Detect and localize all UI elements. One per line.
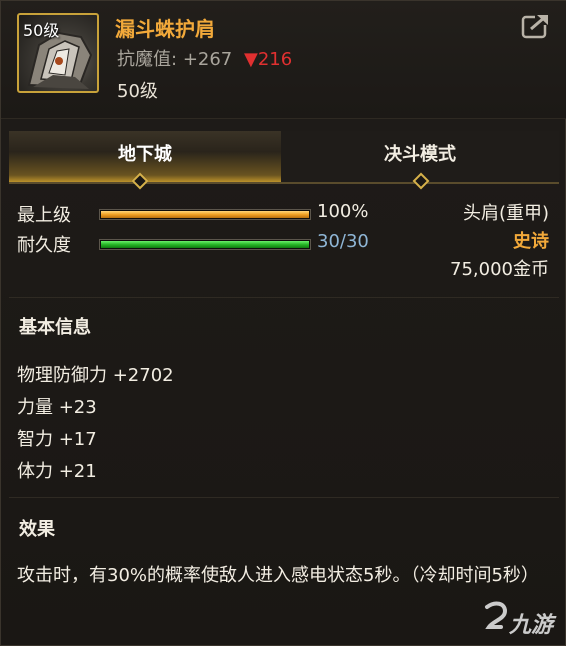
item-name: 漏斗蛛护肩 — [115, 17, 215, 41]
stat-decrease-value: 216 — [257, 49, 293, 70]
attr-strength: 力量 +23 — [17, 397, 97, 418]
item-price: 75,000金币 — [450, 259, 549, 280]
mode-tabs: 地下城 决斗模式 — [9, 131, 559, 190]
watermark-text: 九游 — [509, 613, 554, 638]
grade-bar-fill — [101, 211, 309, 218]
basic-info-title: 基本信息 — [19, 317, 91, 338]
share-export-icon[interactable] — [521, 11, 551, 39]
effect-title: 效果 — [19, 519, 55, 540]
effect-description: 攻击时，有30%的概率使敌人进入感电状态5秒。（冷却时间5秒） — [17, 565, 539, 586]
grade-bar — [99, 209, 311, 220]
durability-bar — [99, 239, 311, 250]
stat-label: 抗魔值: — [117, 49, 178, 70]
durability-label: 耐久度 — [17, 235, 71, 256]
item-header: 50级 漏斗蛛护肩 抗魔值: +267 ▼216 50级 — [1, 1, 566, 119]
tab-underline — [9, 182, 559, 184]
shoulder-armor-icon[interactable]: 50级 — [17, 13, 99, 93]
attr-vitality: 体力 +21 — [17, 461, 97, 482]
level-badge: 50级 — [23, 21, 60, 40]
grade-value: 100% — [317, 201, 369, 222]
divider — [9, 297, 559, 298]
item-rarity: 史诗 — [513, 231, 549, 252]
item-tooltip-panel: 50级 漏斗蛛护肩 抗魔值: +267 ▼216 50级 地下城 决斗模式 最上… — [0, 0, 566, 646]
stat-value: +267 — [182, 49, 233, 70]
grade-label: 最上级 — [17, 205, 71, 226]
attr-physical-defense: 物理防御力 +2702 — [17, 365, 174, 386]
decrease-arrow-icon: ▼ — [244, 49, 258, 70]
tab-dungeon[interactable]: 地下城 — [9, 131, 281, 183]
attr-intelligence: 智力 +17 — [17, 429, 97, 450]
durability-bar-fill — [101, 241, 309, 248]
anti-magic-stat: 抗魔值: +267 ▼216 — [117, 45, 292, 71]
divider — [9, 497, 559, 498]
durability-value: 30/30 — [317, 231, 369, 252]
level-requirement: 50级 — [117, 81, 158, 102]
item-type: 头肩(重甲) — [462, 203, 549, 224]
